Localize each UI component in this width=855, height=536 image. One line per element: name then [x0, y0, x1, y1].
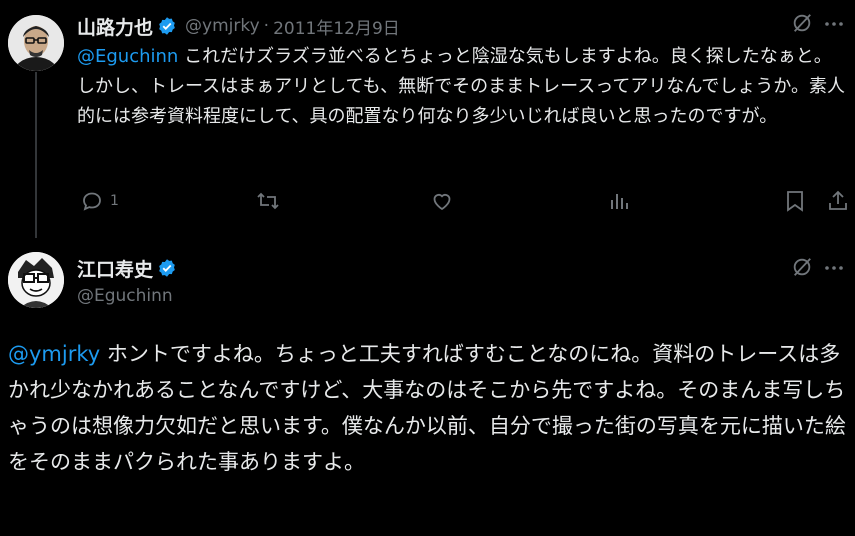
tweet2-author-name[interactable]: 江口寿史: [77, 255, 153, 282]
more-icon[interactable]: [822, 256, 846, 280]
grok-icon[interactable]: [791, 12, 813, 34]
avatar-eguchinn[interactable]: [8, 252, 64, 308]
verified-icon: [157, 258, 177, 278]
tweet2-header: 江口寿史: [77, 254, 177, 282]
verified-icon: [157, 16, 177, 36]
tweet2-mention[interactable]: @ymjrky: [8, 342, 100, 366]
reply-icon: [80, 189, 104, 213]
bookmark-icon[interactable]: [784, 189, 806, 213]
like-icon[interactable]: [430, 189, 454, 213]
grok-icon[interactable]: [791, 256, 813, 278]
tweet1-actions: 1: [77, 188, 852, 214]
tweet2-body: ホントですよね。ちょっと工夫すればすむことなのにね。資料のトレースは多かれ少なか…: [8, 342, 846, 474]
tweet1-handle[interactable]: @ymjrky: [185, 16, 260, 36]
more-icon[interactable]: [822, 12, 846, 36]
tweet1-separator: ·: [263, 16, 270, 36]
reply-button[interactable]: 1: [80, 189, 119, 213]
avatar-ymjrky[interactable]: [8, 15, 64, 71]
retweet-icon[interactable]: [255, 189, 281, 213]
tweet1-header: 山路力也 @ymjrky · 2011年12月9日: [77, 12, 400, 40]
tweet1-text: @Eguchinn これだけズラズラ並べるとちょっと陰湿な気もしますよね。良く探…: [77, 42, 847, 132]
tweet1-body: これだけズラズラ並べるとちょっと陰湿な気もしますよね。良く探したなぁと。しかし、…: [77, 46, 846, 127]
tweet1-date[interactable]: 2011年12月9日: [273, 14, 400, 39]
tweet2-text: @ymjrky ホントですよね。ちょっと工夫すればすむことなのにね。資料のトレー…: [8, 336, 853, 480]
tweet1-mention[interactable]: @Eguchinn: [77, 46, 178, 67]
reply-count: 1: [110, 193, 119, 209]
tweet1-author-name[interactable]: 山路力也: [77, 13, 153, 40]
views-icon[interactable]: [607, 189, 631, 213]
share-icon[interactable]: [826, 189, 850, 213]
tweet2-handle[interactable]: @Eguchinn: [77, 286, 173, 306]
thread-line: [35, 72, 37, 238]
